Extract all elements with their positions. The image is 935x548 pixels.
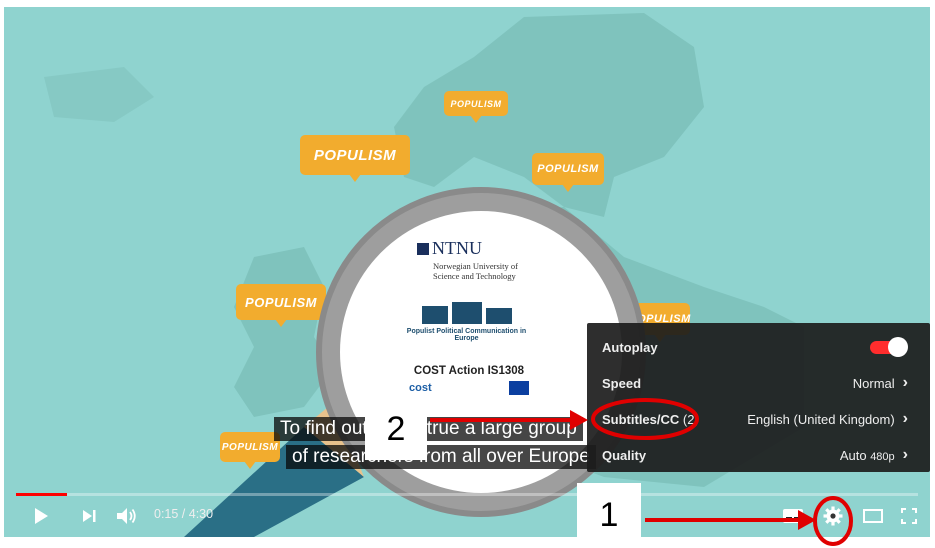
menu-item-label: Speed xyxy=(602,375,642,391)
progress-played xyxy=(16,493,67,496)
project-logo-graphic xyxy=(394,302,539,324)
autoplay-toggle[interactable] xyxy=(868,337,908,357)
annotation-step-1-label: 1 xyxy=(577,483,641,547)
play-icon xyxy=(35,508,48,524)
cost-action-title: COST Action IS1308 xyxy=(413,365,525,377)
populism-bubble: POPULISM xyxy=(220,432,280,469)
settings-menu: Autoplay Speed Normal › Subtitles/CC (2) … xyxy=(587,323,930,472)
cost-wordmark: cost xyxy=(409,382,432,394)
menu-item-speed[interactable]: Speed Normal › xyxy=(587,365,930,401)
subtitle-line-1: To find out this is true a large group xyxy=(274,417,583,441)
subtitles-button[interactable] xyxy=(780,505,806,527)
cost-logo: COST Action IS1308 cost xyxy=(409,365,529,395)
subtitle-line-2: of researchers from all over Europe xyxy=(286,445,596,469)
menu-item-quality[interactable]: Quality Auto 480p › xyxy=(587,437,930,473)
menu-item-label: Subtitles/CC xyxy=(602,411,680,427)
eu-flag-icon xyxy=(509,381,529,395)
next-button[interactable] xyxy=(78,505,100,527)
time-display: 0:15 / 4:30 xyxy=(154,507,214,521)
theater-mode-button[interactable] xyxy=(860,505,886,527)
fullscreen-icon xyxy=(901,508,917,524)
ntnu-subtitle: Norwegian University of Science and Tech… xyxy=(433,261,547,281)
subtitles-icon xyxy=(783,509,803,523)
menu-item-subtitles[interactable]: Subtitles/CC (2) English (United Kingdom… xyxy=(587,401,930,437)
quality-detail: 480p xyxy=(870,450,895,463)
menu-item-value: English (United Kingdom) xyxy=(747,411,895,427)
volume-icon xyxy=(117,508,136,524)
settings-button[interactable] xyxy=(820,503,846,529)
menu-item-autoplay[interactable]: Autoplay xyxy=(587,329,930,365)
theater-mode-icon xyxy=(863,509,883,523)
menu-item-label: Quality xyxy=(602,447,647,463)
populism-bubble: POPULISM xyxy=(236,284,326,327)
volume-button[interactable] xyxy=(114,504,140,528)
next-icon xyxy=(83,510,96,522)
annotation-step-2-label: 2 xyxy=(365,398,427,460)
play-button[interactable] xyxy=(30,505,52,527)
ntnu-subtitle-line1: Norwegian University of xyxy=(433,261,518,271)
ntnu-subtitle-line2: Science and Technology xyxy=(433,271,516,281)
settings-gear-icon xyxy=(823,506,843,526)
progress-bar[interactable] xyxy=(16,493,918,496)
project-logo: Populist Political Communication in Euro… xyxy=(394,302,539,342)
chevron-right-icon: › xyxy=(902,374,908,391)
ntnu-logo-icon xyxy=(417,242,429,255)
populism-bubble: POPULISM xyxy=(300,135,410,182)
menu-item-value: Auto xyxy=(839,447,867,463)
chevron-right-icon: › xyxy=(902,446,908,463)
subtitles-track-count: (2) xyxy=(682,411,699,427)
populism-bubble: POPULISM xyxy=(532,153,604,192)
chevron-right-icon: › xyxy=(902,410,908,427)
ntnu-name: NTNU xyxy=(432,238,482,258)
menu-item-value: Normal xyxy=(852,375,895,391)
populism-bubble: POPULISM xyxy=(444,91,508,123)
project-name: Populist Political Communication in Euro… xyxy=(406,328,527,342)
menu-item-label: Autoplay xyxy=(602,339,658,355)
ntnu-logo: NTNU Norwegian University of Science and… xyxy=(417,238,547,281)
fullscreen-button[interactable] xyxy=(898,505,920,527)
autoplay-toggle-knob xyxy=(888,337,908,357)
